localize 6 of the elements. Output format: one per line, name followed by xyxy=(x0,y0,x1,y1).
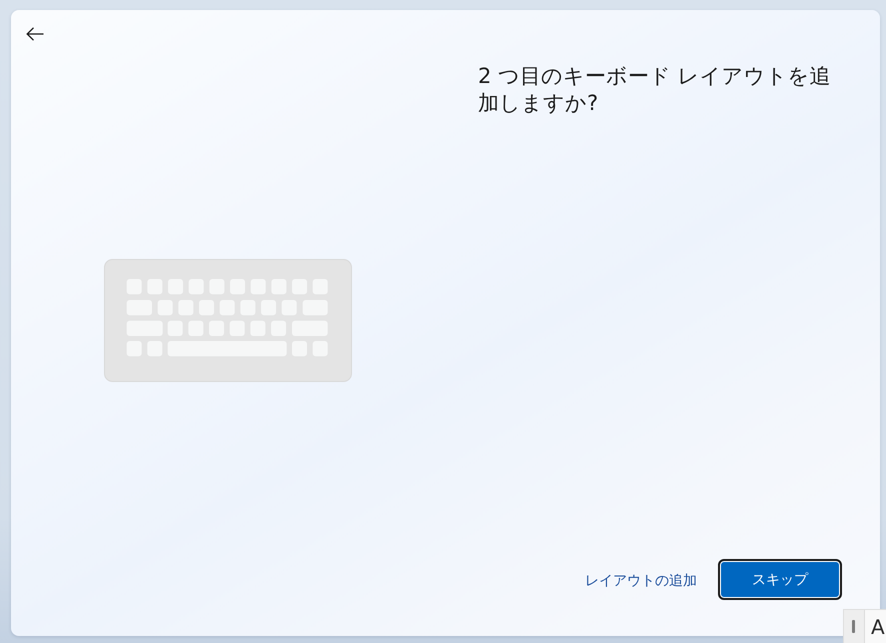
add-layout-link[interactable]: レイアウトの追加 xyxy=(585,572,697,590)
grip-icon[interactable] xyxy=(852,620,855,633)
back-icon xyxy=(26,27,44,41)
input-mode-button[interactable]: A xyxy=(864,610,886,643)
skip-button[interactable]: スキップ xyxy=(718,559,842,600)
dialog-title: 2 つ目のキーボード レイアウトを追加しますか? xyxy=(478,63,832,117)
